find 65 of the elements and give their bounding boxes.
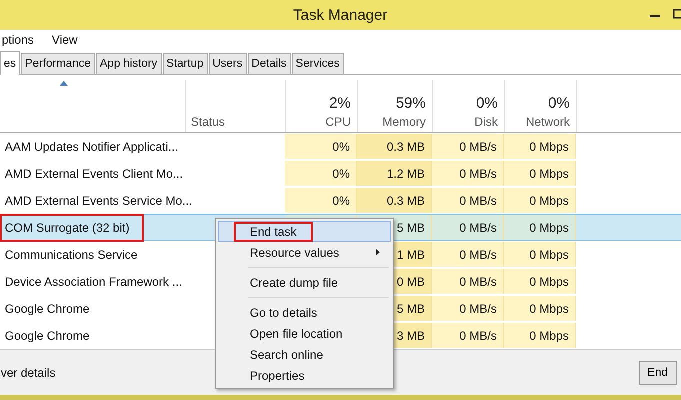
table-cell: 0 MB/s	[460, 140, 497, 154]
details-link[interactable]: ver details	[0, 366, 56, 380]
process-name: AMD External Events Service Mo...	[4, 192, 194, 210]
context-menu-item[interactable]: Properties	[218, 365, 391, 386]
tab[interactable]: App history	[96, 53, 162, 74]
process-row[interactable]: AAM Updates Notifier Applicati... 0% 0.3 MB 0 MB/s 0 Mbps	[0, 133, 681, 160]
table-cell: 0 Mbps	[530, 328, 569, 342]
process-name: COM Surrogate (32 bit)	[0, 214, 144, 242]
table-cell: 0 MB/s	[460, 248, 497, 262]
process-name: Device Association Framework ...	[4, 274, 184, 290]
table-cell: 3 MB	[396, 328, 425, 342]
table-cell: 0 Mbps	[530, 220, 569, 234]
table-cell: 1 MB	[396, 248, 425, 262]
process-name: Communications Service	[4, 246, 139, 264]
menu-item[interactable]: ptions	[0, 33, 36, 47]
table-cell: 0%	[332, 166, 350, 180]
column-header[interactable]: 59% Memory	[358, 80, 433, 132]
context-menu-item[interactable]: Resource values	[218, 242, 391, 263]
table-cell: 0 Mbps	[530, 274, 569, 288]
table-cell: 0 MB/s	[460, 274, 497, 288]
process-row[interactable]: AMD External Events Client Mo... 0% 1.2 MB 0 MB/s 0 Mbps	[0, 160, 681, 187]
process-name: AAM Updates Notifier Applicati...	[4, 138, 180, 156]
table-cell: 0.3 MB	[386, 140, 425, 154]
submenu-arrow-icon	[376, 249, 380, 256]
tab[interactable]: Services	[292, 53, 344, 74]
process-name: AMD External Events Client Mo...	[4, 166, 184, 182]
table-cell: 0 MB/s	[460, 194, 497, 208]
table-cell: 0.3 MB	[386, 194, 425, 208]
table-cell: 0 Mbps	[530, 140, 569, 154]
process-name: Google Chrome	[4, 328, 91, 344]
column-header[interactable]: 2% CPU	[286, 80, 358, 132]
window-title: Task Manager	[293, 6, 388, 24]
table-cell: 5 MB	[396, 220, 425, 234]
process-name: Google Chrome	[4, 300, 91, 318]
table-cell: 0 MB/s	[460, 302, 497, 316]
tab[interactable]: Users	[208, 53, 247, 74]
end-task-button[interactable]: End	[638, 360, 677, 384]
table-cell: 0%	[332, 194, 350, 208]
column-header[interactable]: 0% Network	[505, 80, 577, 132]
context-menu-item[interactable]: Open file location	[218, 323, 391, 344]
context-menu-item[interactable]: Create dump file	[218, 272, 391, 293]
table-cell: 0 MB	[396, 274, 425, 288]
column-header[interactable]: 0% Disk	[433, 80, 505, 132]
minimize-icon[interactable]	[650, 15, 660, 18]
table-cell: 0 Mbps	[530, 248, 569, 262]
table-cell: 0 Mbps	[530, 302, 569, 316]
sort-caret-icon[interactable]	[60, 81, 68, 86]
tab[interactable]: Startup	[162, 53, 208, 74]
tab[interactable]: es	[0, 51, 20, 75]
table-cell: 0 MB/s	[460, 328, 497, 342]
table-cell: 1.2 MB	[386, 166, 425, 180]
table-cell: 0 Mbps	[530, 166, 569, 180]
table-cell: 0%	[332, 140, 350, 154]
table-cell: 0 MB/s	[460, 166, 497, 180]
context-menu-item[interactable]: End task	[218, 221, 391, 242]
table-cell: 5 MB	[396, 302, 425, 316]
context-menu-item[interactable]: Go to details	[218, 302, 391, 323]
table-cell: 0 Mbps	[530, 194, 569, 208]
process-row[interactable]: AMD External Events Service Mo... 0% 0.3 MB 0 MB/s 0 Mbps	[0, 187, 681, 214]
menu-item[interactable]: View	[50, 33, 80, 47]
context-menu-item[interactable]: Search online	[218, 344, 391, 365]
column-header[interactable]: Status	[186, 80, 286, 132]
table-cell: 0 MB/s	[460, 220, 497, 234]
tab[interactable]: Performance	[21, 53, 95, 74]
tab[interactable]: Details	[248, 53, 291, 74]
